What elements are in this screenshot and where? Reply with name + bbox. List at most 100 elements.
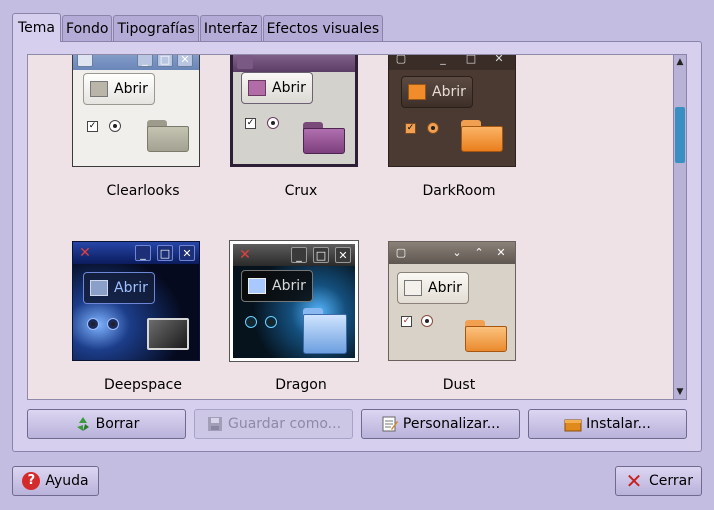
window-menu-icon: ▢: [395, 246, 407, 259]
window-menu-icon: ▢: [395, 54, 407, 65]
tab-panel-tema: _ □ ✕ Abrir ✓ Clearlooks Abrir ✓ Crux ▢ …: [12, 41, 702, 452]
theme-preview: ✕ _ □ ✕ Abrir: [229, 240, 359, 362]
package-icon: [564, 415, 582, 433]
folder-icon: [465, 320, 507, 352]
preview-titlebar: ✕ _ □ ✕: [73, 242, 199, 264]
save-as-button-label: Guardar como...: [227, 416, 342, 432]
tab-tipografias[interactable]: Tipografías: [113, 15, 199, 41]
tab-label: Fondo: [66, 20, 109, 37]
maximize-icon: □: [157, 245, 173, 261]
help-button-label: Ayuda: [45, 473, 89, 489]
folder-icon: [90, 81, 108, 97]
folder-icon: [303, 308, 347, 354]
preview-open-button: Abrir: [241, 270, 313, 302]
theme-preview: ▢ _ □ ✕ Abrir ✓: [388, 54, 516, 167]
preview-button-label: Abrir: [272, 80, 306, 96]
tab-interfaz[interactable]: Interfaz: [199, 15, 262, 41]
preview-button-label: Abrir: [432, 84, 466, 100]
window-menu-icon: [77, 55, 93, 67]
radio-icon: [267, 117, 279, 129]
close-icon: ✕: [179, 245, 195, 261]
theme-preview: Abrir ✓: [230, 55, 358, 167]
theme-preview: _ □ ✕ Abrir ✓: [72, 55, 200, 167]
preview-button-label: Abrir: [114, 81, 148, 97]
tab-label: Tipografías: [117, 20, 195, 37]
theme-name: Deepspace: [104, 377, 182, 393]
install-button-label: Instalar...: [586, 416, 651, 432]
close-button-label: Cerrar: [649, 473, 693, 489]
folder-icon: [147, 318, 189, 350]
checkbox-icon: ✓: [87, 121, 98, 132]
tab-efectos-visuales[interactable]: Efectos visuales: [262, 15, 384, 41]
scroll-up-icon[interactable]: ▲: [674, 55, 686, 69]
tab-fondo[interactable]: Fondo: [62, 15, 113, 41]
radio-icon: [107, 318, 119, 330]
minimize-icon: _: [440, 54, 446, 65]
window-menu-icon: [237, 55, 253, 69]
tab-label: Interfaz: [203, 20, 258, 37]
preview-titlebar: [233, 55, 355, 72]
save-icon: [206, 415, 224, 433]
checkbox-icon: ✓: [401, 316, 412, 327]
close-icon: ✕: [239, 247, 251, 263]
scroll-thumb[interactable]: [675, 107, 685, 163]
customize-button-label: Personalizar...: [402, 416, 501, 432]
document-icon: [404, 280, 422, 296]
customize-button[interactable]: Personalizar...: [361, 409, 520, 439]
minimize-icon: _: [135, 245, 151, 261]
delete-button-label: Borrar: [95, 416, 140, 432]
preview-open-button: Abrir: [83, 272, 155, 304]
recycle-icon: [74, 415, 92, 433]
folder-icon: [147, 120, 189, 152]
radio-icon: [245, 316, 257, 328]
preview-button-label: Abrir: [114, 280, 148, 296]
theme-list-scrollbar[interactable]: ▲ ▼: [673, 54, 687, 400]
theme-name: Dragon: [275, 377, 327, 393]
folder-icon: [303, 122, 345, 154]
help-button[interactable]: ? Ayuda: [12, 466, 99, 496]
tab-label: Tema: [18, 20, 56, 36]
preview-open-button: Abrir: [401, 76, 473, 108]
maximize-icon: □: [313, 247, 329, 263]
tab-bar: Tema Fondo Tipografías Interfaz Efectos …: [12, 13, 384, 42]
close-icon: ✕: [625, 469, 643, 493]
delete-button[interactable]: Borrar: [27, 409, 186, 439]
close-icon: ✕: [335, 247, 351, 263]
chevron-down-icon: ⌄: [452, 246, 462, 259]
folder-icon: [248, 278, 266, 294]
radio-icon: [427, 122, 439, 134]
minimize-icon: _: [291, 247, 307, 263]
install-button[interactable]: Instalar...: [528, 409, 687, 439]
preview-button-label: Abrir: [272, 278, 306, 294]
preview-titlebar: ✕ _ □ ✕: [233, 244, 355, 266]
preview-open-button: Abrir: [241, 72, 313, 104]
edit-document-icon: [381, 415, 399, 433]
theme-name: Clearlooks: [106, 183, 180, 199]
folder-icon: [248, 80, 266, 96]
theme-name: Crux: [284, 183, 318, 199]
theme-list[interactable]: _ □ ✕ Abrir ✓ Clearlooks Abrir ✓ Crux ▢ …: [27, 54, 686, 400]
preview-titlebar: _ □ ✕: [73, 55, 199, 70]
preview-titlebar: ▢ _ □ ✕: [389, 54, 515, 70]
close-icon: ✕: [79, 245, 91, 261]
folder-icon: [90, 280, 108, 296]
tab-label: Efectos visuales: [266, 20, 380, 37]
close-icon: ✕: [177, 55, 193, 67]
radio-icon: [87, 318, 99, 330]
theme-name: Dust: [442, 377, 476, 393]
theme-preview: ▢ ⌄ ⌃ ✕ Abrir ✓: [388, 241, 516, 361]
folder-icon: [408, 84, 426, 100]
scroll-down-icon[interactable]: ▼: [674, 385, 686, 399]
checkbox-icon: ✓: [245, 118, 256, 129]
preview-button-label: Abrir: [428, 280, 462, 296]
preview-titlebar: ▢ ⌄ ⌃ ✕: [389, 242, 515, 264]
close-icon: ✕: [496, 246, 506, 259]
save-as-button[interactable]: Guardar como...: [194, 409, 353, 439]
tab-tema[interactable]: Tema: [12, 13, 62, 42]
close-button[interactable]: ✕ Cerrar: [615, 466, 702, 496]
theme-preview: ✕ _ □ ✕ Abrir: [72, 241, 200, 361]
close-icon: ✕: [494, 54, 504, 65]
radio-icon: [109, 120, 121, 132]
chevron-up-icon: ⌃: [474, 246, 484, 259]
maximize-icon: □: [465, 54, 477, 65]
